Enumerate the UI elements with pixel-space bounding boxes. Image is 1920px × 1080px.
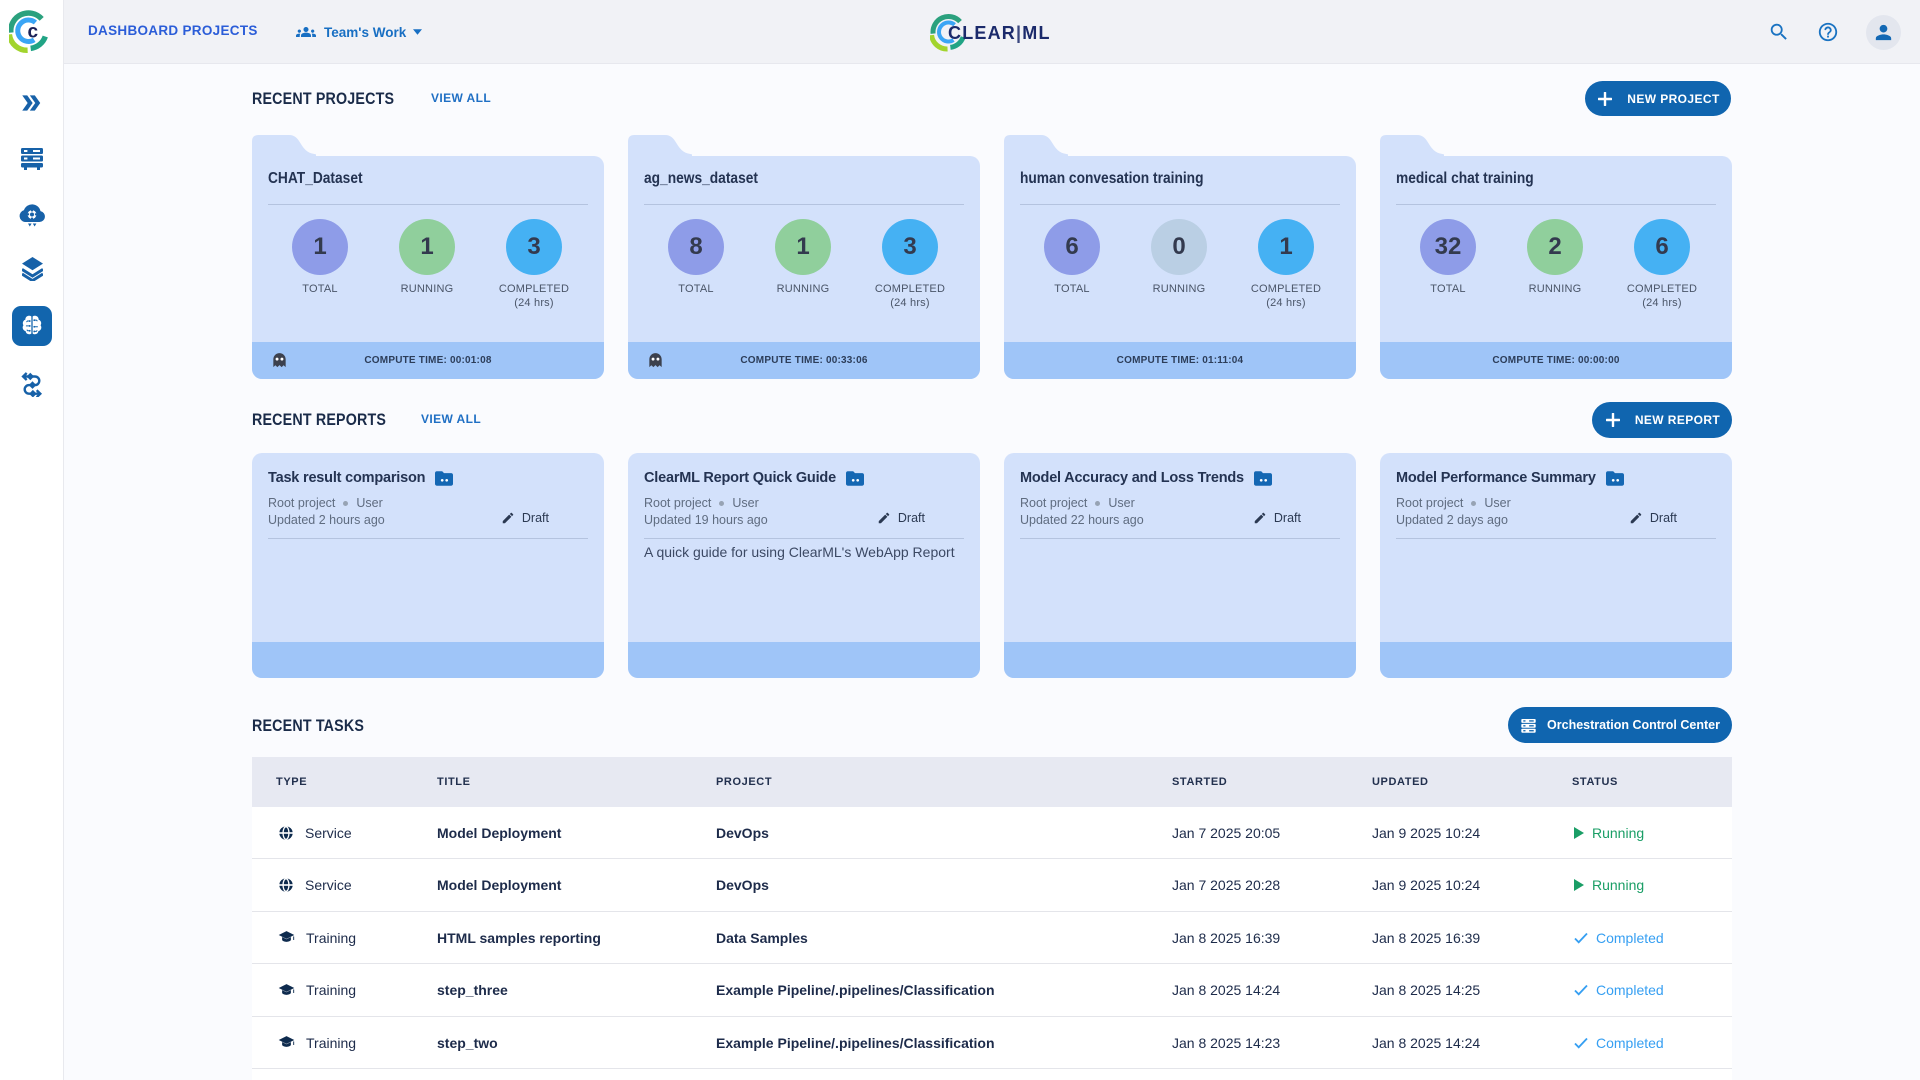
svg-text:c: c bbox=[28, 22, 39, 43]
